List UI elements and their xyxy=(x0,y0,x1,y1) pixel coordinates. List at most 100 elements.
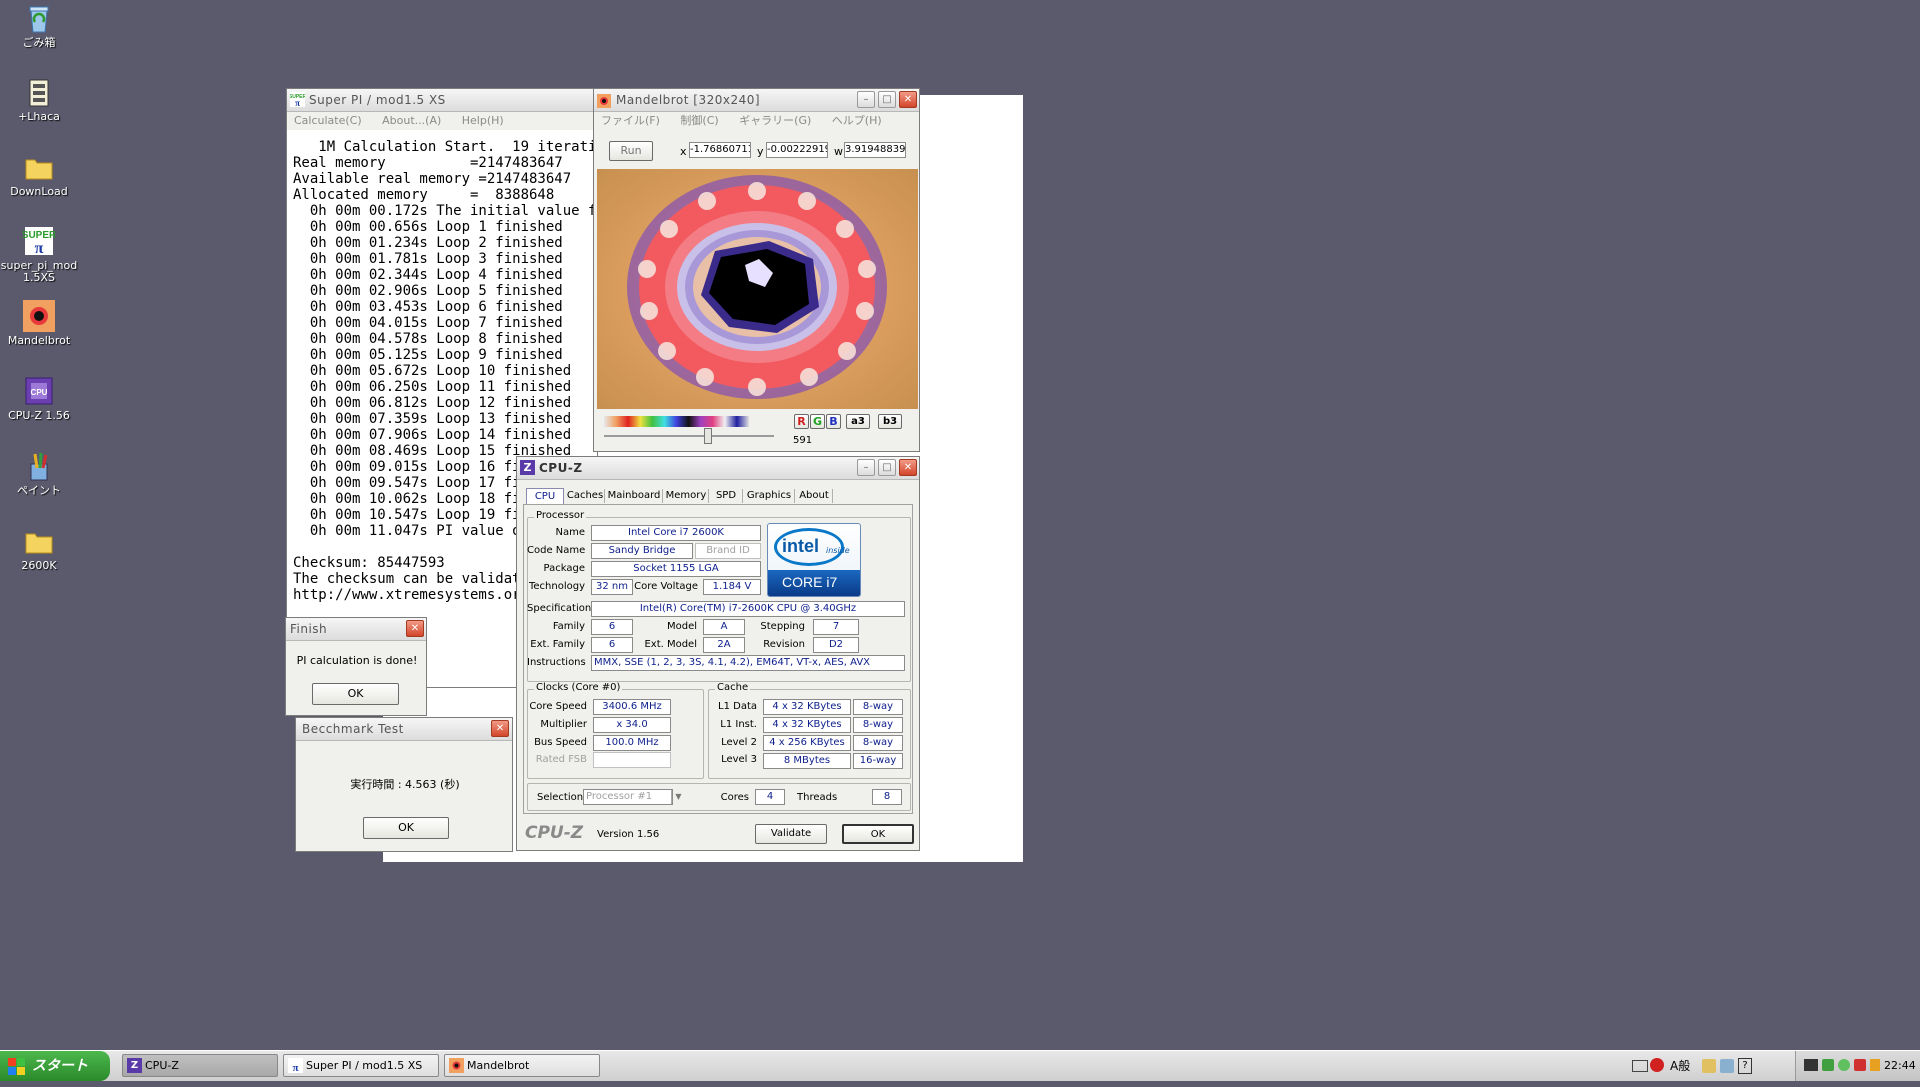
desktop-icon-download[interactable]: DownLoad xyxy=(0,151,78,198)
cores-label: Cores xyxy=(720,792,749,803)
desktop-icon-label: 2600K xyxy=(21,559,57,572)
green-button[interactable]: G xyxy=(810,414,825,429)
taskbar-item-label: Mandelbrot xyxy=(467,1059,530,1072)
superpi-titlebar[interactable]: SUPER π Super PI / mod1.5 XS xyxy=(287,89,597,112)
color-palette-bar xyxy=(604,416,749,427)
tab-caches[interactable]: Caches xyxy=(566,489,605,503)
desktop-icon-label: DownLoad xyxy=(10,185,68,198)
red-button[interactable]: R xyxy=(794,414,809,429)
iteration-value: 591 xyxy=(793,435,813,446)
cpuz-version: Version 1.56 xyxy=(597,829,660,840)
log-line: 0h 00m 05.672s Loop 10 finished xyxy=(293,363,572,379)
desktop-icon-superpi[interactable]: SUPER π super_pi_mod 1.5XS xyxy=(0,225,78,284)
tab-about[interactable]: About xyxy=(796,489,833,503)
a3-button[interactable]: a3 xyxy=(846,414,870,429)
cpuz-titlebar[interactable]: Z CPU-Z – □ ✕ xyxy=(517,457,919,480)
y-input[interactable]: -0.00222919 xyxy=(766,142,828,158)
l1d-assoc: 8-way xyxy=(853,699,903,715)
menu-control[interactable]: 制御(C) xyxy=(680,114,718,127)
l3-assoc: 16-way xyxy=(853,753,903,769)
taskbar-item-superpi[interactable]: π Super PI / mod1.5 XS xyxy=(283,1054,439,1077)
svg-text:π: π xyxy=(292,1062,298,1073)
desktop-icon-paint[interactable]: ペイント xyxy=(0,450,78,497)
mandelbrot-canvas[interactable] xyxy=(597,169,918,409)
tab-graphics[interactable]: Graphics xyxy=(744,489,795,503)
threads-label: Threads xyxy=(797,792,838,803)
chevron-down-icon[interactable]: ▼ xyxy=(671,790,685,804)
tab-memory[interactable]: Memory xyxy=(664,489,709,503)
multiplier-value: x 34.0 xyxy=(593,717,671,733)
tab-mainboard[interactable]: Mainboard xyxy=(606,489,663,503)
log-line: Allocated memory = 8388648 xyxy=(293,187,555,203)
ratedfsb-value xyxy=(593,752,671,768)
run-button[interactable]: Run xyxy=(609,141,653,161)
finish-titlebar[interactable]: Finish ✕ xyxy=(286,618,426,641)
benchmark-titlebar[interactable]: Becchmark Test ✕ xyxy=(296,718,512,741)
menu-help[interactable]: ヘルプ(H) xyxy=(832,114,882,127)
menu-gallery[interactable]: ギャラリー(G) xyxy=(739,114,811,127)
maximize-button[interactable]: □ xyxy=(878,459,896,476)
menu-about[interactable]: About...(A) xyxy=(382,114,441,127)
instructions-value: MMX, SSE (1, 2, 3, 3S, 4.1, 4.2), EM64T,… xyxy=(591,655,905,671)
blue-button[interactable]: B xyxy=(826,414,841,429)
svg-text:CPU: CPU xyxy=(31,388,48,397)
ok-button[interactable]: OK xyxy=(842,824,914,844)
ime-toolbar[interactable]: A般 ? xyxy=(1630,1056,1752,1076)
close-button[interactable]: ✕ xyxy=(899,91,917,108)
menu-calculate[interactable]: Calculate(C) xyxy=(294,114,362,127)
group-title: Processor xyxy=(534,510,587,521)
x-label: x xyxy=(680,145,687,158)
desktop-icon-cpuz[interactable]: CPU CPU-Z 1.56 xyxy=(0,375,78,422)
processor-select[interactable]: Processor #1 xyxy=(583,789,673,805)
ime-pad-icon[interactable] xyxy=(1702,1059,1716,1073)
log-line: 1M Calculation Start. 19 iterations. xyxy=(318,139,593,155)
clock[interactable]: 22:44 xyxy=(1884,1051,1916,1081)
ime-tools-icon[interactable] xyxy=(1720,1059,1734,1073)
shield-icon[interactable] xyxy=(1854,1059,1866,1071)
help-icon[interactable]: ? xyxy=(1738,1058,1752,1074)
speaker-icon[interactable] xyxy=(1870,1059,1880,1071)
desktop-icon-lhaca[interactable]: +Lhaca xyxy=(0,76,78,123)
b3-button[interactable]: b3 xyxy=(878,414,902,429)
group-title: Cache xyxy=(715,682,751,693)
desktop-icon-label: ペイント xyxy=(17,484,61,497)
desktop-icon-label: ごみ箱 xyxy=(22,36,56,49)
windows-logo-icon xyxy=(8,1057,26,1075)
desktop-icon-label: +Lhaca xyxy=(18,110,60,123)
lhaca-icon xyxy=(23,76,55,108)
log-line: Available real memory =2147483647 xyxy=(293,171,572,187)
desktop-icon-2600k[interactable]: 2600K xyxy=(0,525,78,572)
stepping-value: 7 xyxy=(813,619,859,635)
log-line: 0h 00m 01.781s Loop 3 finished xyxy=(293,251,563,267)
network-icon[interactable] xyxy=(1822,1059,1834,1071)
iteration-slider-track[interactable] xyxy=(604,435,774,437)
ok-button[interactable]: OK xyxy=(363,817,449,839)
validate-button[interactable]: Validate xyxy=(755,824,827,844)
menu-help[interactable]: Help(H) xyxy=(462,114,504,127)
tab-spd[interactable]: SPD xyxy=(710,489,743,503)
x-input[interactable]: -1.76860711 xyxy=(689,142,751,158)
minimize-button[interactable]: – xyxy=(857,459,875,476)
desktop-icon-recycle-bin[interactable]: ごみ箱 xyxy=(0,2,78,49)
iteration-slider-thumb[interactable] xyxy=(704,428,712,444)
desktop-icon-label: CPU-Z 1.56 xyxy=(8,409,70,422)
tab-cpu[interactable]: CPU xyxy=(526,488,564,504)
monitor-icon[interactable] xyxy=(1804,1059,1818,1071)
taskbar-item-cpuz[interactable]: Z CPU-Z xyxy=(122,1054,278,1077)
w-input[interactable]: 3.91948839 xyxy=(844,142,906,158)
close-button[interactable]: ✕ xyxy=(899,459,917,476)
ime-mode[interactable]: A般 xyxy=(1670,1056,1690,1076)
menu-file[interactable]: ファイル(F) xyxy=(601,114,660,127)
security-icon[interactable] xyxy=(1838,1059,1850,1071)
close-button[interactable]: ✕ xyxy=(491,720,509,737)
taskbar-item-mandelbrot[interactable]: Mandelbrot xyxy=(444,1054,600,1077)
minimize-button[interactable]: – xyxy=(857,91,875,108)
desktop-icon-mandelbrot[interactable]: Mandelbrot xyxy=(0,300,78,347)
ok-button[interactable]: OK xyxy=(312,683,399,705)
log-line: 0h 00m 04.578s Loop 8 finished xyxy=(293,331,563,347)
close-button[interactable]: ✕ xyxy=(406,620,424,637)
cpuz-window: Z CPU-Z – □ ✕ CPU Caches Mainboard Memor… xyxy=(516,456,920,851)
start-button[interactable]: スタート xyxy=(0,1051,110,1081)
maximize-button[interactable]: □ xyxy=(878,91,896,108)
mandelbrot-titlebar[interactable]: Mandelbrot [320x240] – □ ✕ xyxy=(594,89,919,112)
